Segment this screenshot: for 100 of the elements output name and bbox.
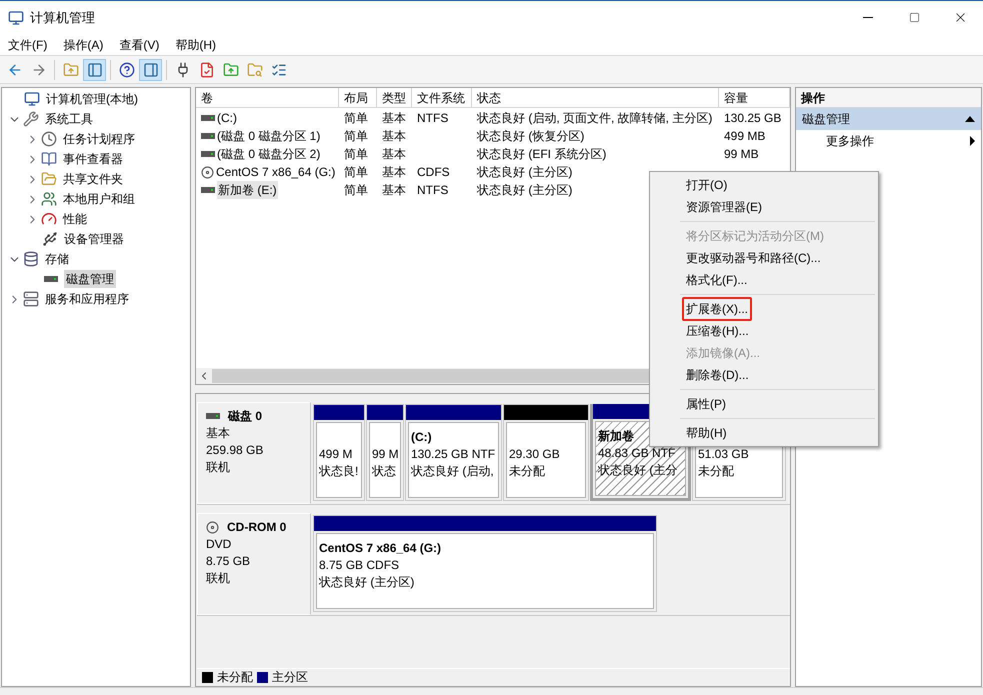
table-cell-text: NTFS — [417, 182, 448, 199]
tree-item[interactable]: 设备管理器 — [62, 230, 126, 248]
table-cell[interactable]: (磁盘 0 磁盘分区 2) — [217, 145, 320, 163]
toolbar-button[interactable] — [139, 58, 162, 80]
storage-icon — [23, 251, 39, 267]
partition-size: 130.25 GB NTF — [411, 446, 496, 463]
tree-item[interactable]: 计算机管理(本地) — [44, 90, 140, 108]
table-cell-text: 499 MB — [724, 128, 766, 145]
partition-title: CentOS 7 x86_64 (G:) — [319, 540, 442, 557]
disk-type: DVD — [206, 536, 232, 553]
menu-item[interactable]: 操作(A) — [55, 34, 112, 55]
partition-title: (C:) — [411, 429, 433, 446]
help-icon — [118, 62, 134, 78]
menu-item[interactable]: 文件(F) — [0, 34, 56, 55]
legend-label: 未分配 — [217, 669, 253, 686]
tree-item[interactable]: 任务计划程序 — [61, 130, 137, 148]
table-cell-text: 简单 — [344, 110, 368, 127]
partition-size: 499 M — [319, 446, 354, 463]
computer-icon — [24, 91, 40, 107]
panel-icon — [142, 62, 158, 78]
partition-status: 状态良好 (主分 — [598, 462, 678, 479]
partition[interactable]: 29.30 GB 未分配 — [503, 404, 589, 501]
partition-size: 99 M — [372, 446, 398, 463]
toolbar-button[interactable] — [83, 58, 106, 80]
disk-label-panel[interactable]: 磁盘 0 基本 259.98 GB 联机 — [197, 402, 311, 504]
tree-item[interactable]: 存储 — [43, 250, 71, 268]
menu-item[interactable]: 格式化(F)... — [682, 268, 752, 292]
list-icon — [270, 62, 286, 78]
disk-size: 259.98 GB — [206, 442, 264, 459]
folder-up-icon — [222, 62, 238, 78]
device-icon — [42, 231, 58, 247]
table-cell[interactable]: (磁盘 0 磁盘分区 1) — [217, 127, 320, 145]
menu-item[interactable]: 删除卷(D)... — [682, 363, 753, 387]
panel-icon — [86, 62, 102, 78]
tree-item[interactable]: 本地用户和组 — [61, 190, 137, 208]
partition-status: 状态 — [372, 463, 397, 480]
actions-section[interactable]: 磁盘管理 — [796, 108, 981, 130]
disk-label-panel[interactable]: CD-ROM 0 DVD 8.75 GB 联机 — [197, 513, 311, 615]
menu-item[interactable]: 资源管理器(E) — [682, 195, 766, 219]
table-cell-text: 简单 — [344, 146, 368, 163]
collapse-icon — [965, 116, 975, 122]
table-cell-text: 状态良好 (恢复分区) — [477, 128, 584, 145]
disk-status: 联机 — [206, 570, 231, 587]
menu-item[interactable]: 打开(O) — [682, 173, 732, 197]
window-title: 计算机管理 — [30, 8, 95, 27]
menu-item[interactable]: 查看(V) — [111, 34, 168, 55]
maximize-icon — [908, 12, 920, 23]
table-cell[interactable]: CentOS 7 x86_64 (G:) — [216, 163, 336, 181]
partition[interactable]: (C:) 130.25 GB NTF 状态良好 (启动, — [405, 404, 502, 501]
actions-header: 操作 — [796, 88, 981, 108]
tree-item[interactable]: 共享文件夹 — [61, 170, 125, 188]
table-cell-text: 状态良好 (EFI 系统分区) — [477, 146, 606, 163]
table-cell[interactable]: (C:) — [217, 109, 237, 127]
back-icon — [6, 62, 22, 78]
table-cell-text: 基本 — [382, 182, 406, 199]
table-cell-text: 基本 — [382, 164, 406, 181]
table-cell-text: 基本 — [382, 146, 406, 163]
table-cell-text: 130.25 GB — [724, 110, 782, 127]
tree-item[interactable]: 性能 — [61, 210, 89, 228]
column-header[interactable]: 文件系统 — [412, 88, 472, 107]
table-cell-text: 状态良好 (启动, 页面文件, 故障转储, 主分区) — [477, 110, 712, 127]
table-cell-text: 简单 — [344, 128, 368, 145]
disk-size: 8.75 GB — [206, 553, 252, 570]
column-header[interactable]: 布局 — [339, 88, 377, 107]
menu-item[interactable]: 帮助(H) — [167, 34, 224, 55]
column-header[interactable]: 卷 — [196, 88, 339, 107]
drive-icon — [201, 150, 215, 158]
partition[interactable]: 499 M 状态良! — [313, 404, 365, 501]
tree-item[interactable]: 服务和应用程序 — [43, 290, 131, 308]
partition-size: 29.30 GB — [509, 446, 561, 463]
users-icon — [41, 191, 57, 207]
column-header[interactable]: 状态 — [472, 88, 719, 107]
partition-status: 未分配 — [698, 463, 735, 480]
table-cell-text: NTFS — [417, 110, 448, 127]
table-cell-text: 基本 — [382, 128, 406, 145]
partition-size: 51.03 GB — [698, 446, 750, 463]
drive-icon — [201, 186, 215, 194]
drive-icon — [201, 132, 215, 140]
tree-item[interactable]: 系统工具 — [43, 110, 95, 128]
action-link[interactable]: 更多操作 — [796, 130, 981, 152]
menu-item[interactable]: 压缩卷(H)... — [682, 319, 753, 343]
minimize-icon — [863, 17, 873, 18]
menu-item[interactable]: 更改驱动器号和路径(C)... — [682, 246, 825, 270]
menu-item[interactable]: 扩展卷(X)... — [682, 297, 752, 321]
table-cell[interactable]: 新加卷 (E:) — [217, 181, 278, 199]
tree-item[interactable]: 事件查看器 — [61, 150, 125, 168]
cd-icon — [201, 166, 214, 178]
partition-size: 48.83 GB NTF — [598, 445, 676, 462]
folder-icon — [41, 171, 57, 187]
tree-item[interactable]: 磁盘管理 — [64, 270, 116, 288]
column-header[interactable]: 容量 — [719, 88, 790, 107]
disk-type: 基本 — [206, 425, 231, 442]
table-cell-text: 简单 — [344, 164, 368, 181]
app-icon — [8, 10, 24, 26]
column-header[interactable]: 类型 — [377, 88, 412, 107]
table-cell-text: 99 MB — [724, 146, 759, 163]
gauge-icon — [41, 211, 57, 227]
folder-search-icon — [246, 62, 262, 78]
partition[interactable]: CentOS 7 x86_64 (G:) 8.75 GB CDFS 状态良好 (主分区) — [313, 515, 657, 612]
partition[interactable]: 99 M 状态 — [366, 404, 404, 501]
